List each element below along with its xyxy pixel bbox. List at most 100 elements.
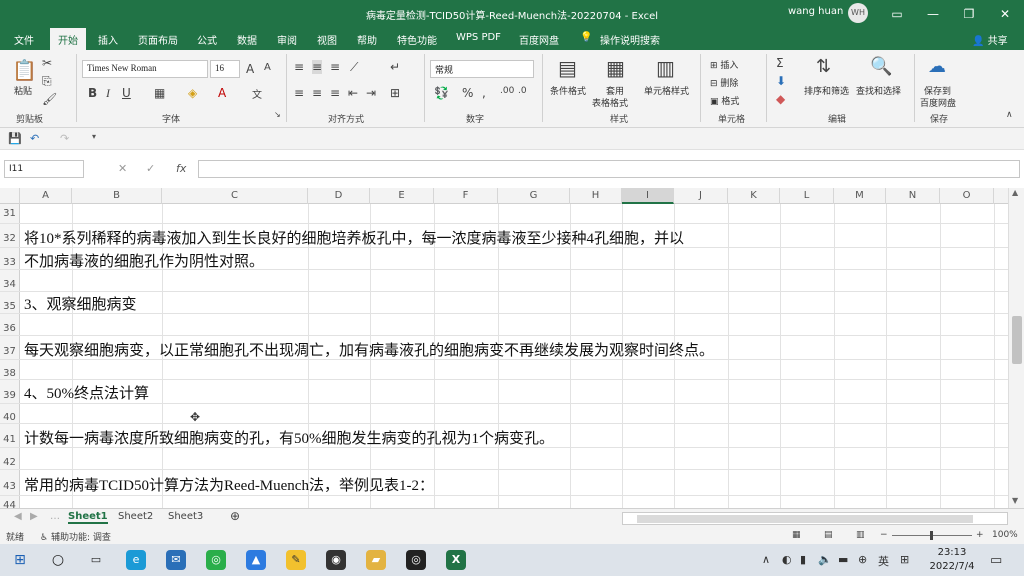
sheet-grid[interactable]: 31 32 将10*系列稀释的病毒液加入到生长良好的细胞培养板孔中，每一浓度病毒… <box>0 204 1008 508</box>
cell-text[interactable]: 常用的病毒TCID50计算方法为Reed-Muench法，举例见表1-2： <box>24 474 434 495</box>
ime-icon[interactable]: ⊞ <box>900 553 909 566</box>
column-header[interactable]: F <box>434 188 498 204</box>
scroll-up-icon[interactable]: ▲ <box>1012 188 1018 197</box>
increase-font-icon[interactable]: A <box>246 62 254 76</box>
row-number[interactable]: 33 <box>0 248 20 269</box>
find-select-icon[interactable]: 🔍 <box>870 56 892 77</box>
page-break-view-icon[interactable]: ▥ <box>856 530 865 540</box>
tab-wps-pdf[interactable]: WPS PDF <box>456 32 501 43</box>
paste-icon[interactable]: 📋 <box>12 58 37 82</box>
align-top-icon[interactable]: ≡ <box>294 60 304 74</box>
phonetic-icon[interactable]: 文 <box>252 86 262 101</box>
sheet-tab-sheet3[interactable]: Sheet3 <box>168 511 203 522</box>
page-layout-view-icon[interactable]: ▤ <box>824 530 833 540</box>
fill-icon[interactable]: ⬇ <box>776 74 786 88</box>
restore-icon[interactable]: ❐ <box>958 4 980 24</box>
tab-page-layout[interactable]: 页面布局 <box>138 32 178 47</box>
decrease-font-icon[interactable]: A <box>264 62 271 73</box>
avatar[interactable]: WH <box>848 3 868 23</box>
conditional-format-icon[interactable]: ▤ <box>558 56 577 80</box>
row-number[interactable]: 34 <box>0 270 20 291</box>
bold-icon[interactable]: B <box>88 86 97 100</box>
border-icon[interactable]: ▦ <box>154 86 165 100</box>
file-explorer-icon[interactable]: ▰ <box>366 550 386 570</box>
edge-browser-icon[interactable]: e <box>126 550 146 570</box>
accessibility-status[interactable]: ♿ 辅助功能: 调查 <box>40 530 111 543</box>
task-view-icon[interactable]: ▭ <box>86 550 106 570</box>
cell-style-button[interactable]: 单元格样式 <box>644 84 689 97</box>
wrap-text-icon[interactable]: ↵ <box>390 60 400 74</box>
horizontal-scrollbar[interactable] <box>622 512 1008 525</box>
sort-filter-button[interactable]: 排序和筛选 <box>804 84 849 97</box>
customize-qat-icon[interactable]: ▾ <box>92 132 96 141</box>
font-color-icon[interactable]: A <box>218 86 226 100</box>
column-header[interactable]: B <box>72 188 162 204</box>
tab-special[interactable]: 特色功能 <box>397 32 437 47</box>
windows-start-icon[interactable]: ⊞ <box>10 550 30 570</box>
notes-app-icon[interactable]: ✎ <box>286 550 306 570</box>
taskbar-clock[interactable]: 23:13 2022/7/4 <box>924 546 980 574</box>
column-header[interactable]: A <box>20 188 72 204</box>
table-format-icon[interactable]: ▦ <box>606 56 625 80</box>
sheet-tab-sheet1[interactable]: Sheet1 <box>68 511 108 524</box>
minimize-icon[interactable]: — <box>922 4 944 24</box>
row-number[interactable]: 44 <box>0 496 20 508</box>
row-number[interactable]: 40 <box>0 404 20 423</box>
battery-icon[interactable]: ▮ <box>800 553 806 566</box>
netease-app-icon[interactable]: ◉ <box>326 550 346 570</box>
orientation-icon[interactable]: ⟋ <box>350 60 358 75</box>
fill-color-icon[interactable]: ◈ <box>188 86 197 100</box>
column-header[interactable]: H <box>570 188 622 204</box>
wechat-icon[interactable]: ◎ <box>206 550 226 570</box>
row-number[interactable]: 41 <box>0 424 20 447</box>
cut-icon[interactable]: ✂ <box>42 56 52 70</box>
cell-text[interactable]: 4、50%终点法计算 <box>24 382 149 403</box>
table-format-button-line2[interactable]: 表格格式 <box>592 96 628 109</box>
name-box[interactable]: I11 <box>4 160 84 178</box>
cell-style-icon[interactable]: ▥ <box>656 56 675 80</box>
font-size-select[interactable]: 16 <box>210 60 240 78</box>
vertical-scrollbar[interactable]: ▲ ▼ <box>1008 188 1024 510</box>
scroll-thumb[interactable] <box>1012 316 1022 364</box>
sheet-tab-sheet2[interactable]: Sheet2 <box>118 511 153 522</box>
align-right-icon[interactable]: ≡ <box>330 86 340 100</box>
align-center-icon[interactable]: ≡ <box>312 86 322 100</box>
underline-icon[interactable]: U <box>122 86 131 100</box>
percent-style-icon[interactable]: % <box>462 86 473 100</box>
notification-icon[interactable]: ▭ <box>990 553 1002 568</box>
column-header[interactable]: N <box>886 188 940 204</box>
number-format-select[interactable]: 常规 <box>430 60 534 78</box>
tab-home[interactable]: 开始 <box>50 28 86 50</box>
add-sheet-icon[interactable]: ⊕ <box>230 509 240 523</box>
mail-icon[interactable]: ✉ <box>166 550 186 570</box>
zoom-slider-thumb[interactable] <box>930 531 933 540</box>
more-sheets-icon[interactable]: … <box>50 511 60 522</box>
next-sheet-icon[interactable]: ▶ <box>30 511 38 522</box>
insert-cells-button[interactable]: ⊞ 插入 <box>710 58 738 71</box>
cell-text[interactable]: 计数每一病毒浓度所致细胞病变的孔，有50%细胞发生病变的孔视为1个病变孔。 <box>24 427 554 448</box>
save-icon[interactable]: 💾 <box>8 132 22 145</box>
column-header[interactable]: J <box>674 188 728 204</box>
font-name-select[interactable]: Times New Roman <box>82 60 208 78</box>
sort-filter-icon[interactable]: ⇅ <box>816 56 831 77</box>
tab-review[interactable]: 审阅 <box>277 32 297 47</box>
column-header[interactable]: K <box>728 188 780 204</box>
input-language[interactable]: 英 <box>878 553 889 569</box>
zoom-level[interactable]: 100% <box>992 530 1018 540</box>
decrease-indent-icon[interactable]: ⇤ <box>348 86 358 100</box>
insert-function-icon[interactable]: fx <box>176 162 186 175</box>
redo-icon[interactable]: ↷ <box>60 132 69 145</box>
column-header[interactable]: O <box>940 188 994 204</box>
format-cells-button[interactable]: ▣ 格式 <box>710 94 739 107</box>
column-header[interactable]: I <box>622 188 674 204</box>
column-header[interactable]: M <box>834 188 886 204</box>
column-header[interactable]: D <box>308 188 370 204</box>
formula-input[interactable] <box>198 160 1020 178</box>
hscroll-thumb[interactable] <box>637 515 973 523</box>
row-number[interactable]: 36 <box>0 314 20 335</box>
increase-decimal-icon[interactable]: .00 <box>500 86 514 96</box>
music-app-icon[interactable]: ◎ <box>406 550 426 570</box>
zoom-out-icon[interactable]: − <box>880 530 888 540</box>
comma-style-icon[interactable]: , <box>482 86 486 100</box>
find-select-button[interactable]: 查找和选择 <box>856 84 901 97</box>
